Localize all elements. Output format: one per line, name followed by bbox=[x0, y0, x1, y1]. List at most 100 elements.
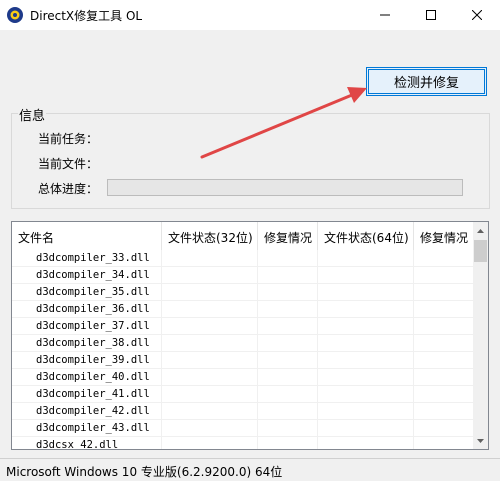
cell-status-32 bbox=[162, 352, 258, 369]
cell-filename: d3dcompiler_42.dll bbox=[12, 403, 162, 420]
maximize-icon bbox=[426, 10, 436, 20]
column-header-status-64[interactable]: 文件状态(64位) bbox=[318, 222, 414, 250]
table-row[interactable]: d3dcompiler_40.dll bbox=[12, 369, 474, 386]
cell-status-32 bbox=[162, 386, 258, 403]
cell-status-64 bbox=[318, 437, 414, 449]
cell-status-32 bbox=[162, 369, 258, 386]
cell-status-64 bbox=[318, 301, 414, 318]
minimize-button[interactable] bbox=[362, 0, 408, 30]
cell-repair-32 bbox=[258, 267, 318, 284]
cell-repair-64 bbox=[414, 335, 474, 352]
column-header-filename[interactable]: 文件名 bbox=[12, 222, 162, 250]
cell-repair-32 bbox=[258, 369, 318, 386]
cell-filename: d3dcompiler_33.dll bbox=[12, 250, 162, 267]
cell-status-32 bbox=[162, 267, 258, 284]
cell-status-32 bbox=[162, 250, 258, 267]
cell-repair-32 bbox=[258, 301, 318, 318]
cell-repair-64 bbox=[414, 267, 474, 284]
cell-status-64 bbox=[318, 318, 414, 335]
table-row[interactable]: d3dcompiler_37.dll bbox=[12, 318, 474, 335]
cell-status-64 bbox=[318, 403, 414, 420]
cell-filename: d3dcompiler_41.dll bbox=[12, 386, 162, 403]
cell-status-64 bbox=[318, 386, 414, 403]
column-header-status-32[interactable]: 文件状态(32位) bbox=[162, 222, 258, 250]
status-bar: Microsoft Windows 10 专业版(6.2.9200.0) 64位 bbox=[0, 458, 500, 481]
cell-filename: d3dcompiler_36.dll bbox=[12, 301, 162, 318]
table-row[interactable]: d3dcompiler_35.dll bbox=[12, 284, 474, 301]
total-progress-bar bbox=[107, 179, 463, 196]
cell-repair-64 bbox=[414, 369, 474, 386]
cell-status-32 bbox=[162, 301, 258, 318]
maximize-button[interactable] bbox=[408, 0, 454, 30]
table-row[interactable]: d3dcompiler_38.dll bbox=[12, 335, 474, 352]
cell-repair-64 bbox=[414, 318, 474, 335]
cell-repair-64 bbox=[414, 301, 474, 318]
cell-filename: d3dcompiler_35.dll bbox=[12, 284, 162, 301]
scroll-up-icon bbox=[477, 228, 484, 233]
table-row[interactable]: d3dcompiler_33.dll bbox=[12, 250, 474, 267]
table-row[interactable]: d3dcompiler_36.dll bbox=[12, 301, 474, 318]
check-repair-button-label: 检测并修复 bbox=[393, 76, 459, 91]
scroll-thumb[interactable] bbox=[474, 240, 487, 262]
table-row[interactable]: d3dcsx_42.dll bbox=[12, 437, 474, 449]
cell-status-64 bbox=[318, 352, 414, 369]
cell-repair-32 bbox=[258, 420, 318, 437]
cell-filename: d3dcompiler_43.dll bbox=[12, 420, 162, 437]
cell-status-64 bbox=[318, 250, 414, 267]
close-button[interactable] bbox=[454, 0, 500, 30]
cell-repair-32 bbox=[258, 318, 318, 335]
scroll-up-button[interactable] bbox=[473, 222, 488, 239]
cell-repair-64 bbox=[414, 386, 474, 403]
cell-repair-64 bbox=[414, 437, 474, 449]
cell-repair-64 bbox=[414, 250, 474, 267]
cell-status-64 bbox=[318, 267, 414, 284]
cell-filename: d3dcompiler_37.dll bbox=[12, 318, 162, 335]
cell-status-64 bbox=[318, 420, 414, 437]
column-header-repair-64[interactable]: 修复情况 bbox=[414, 222, 474, 250]
cell-repair-32 bbox=[258, 250, 318, 267]
table-row[interactable]: d3dcompiler_43.dll bbox=[12, 420, 474, 437]
cell-filename: d3dcompiler_40.dll bbox=[12, 369, 162, 386]
cell-status-32 bbox=[162, 420, 258, 437]
cell-repair-32 bbox=[258, 284, 318, 301]
cell-repair-64 bbox=[414, 420, 474, 437]
info-group-label: 信息 bbox=[18, 105, 47, 124]
title-bar: DirectX修复工具 OL bbox=[0, 0, 500, 30]
scroll-down-icon bbox=[477, 438, 484, 443]
scroll-down-button[interactable] bbox=[473, 432, 488, 449]
table-row[interactable]: d3dcompiler_34.dll bbox=[12, 267, 474, 284]
cell-status-64 bbox=[318, 335, 414, 352]
app-icon bbox=[7, 7, 23, 23]
file-list[interactable]: 文件名 文件状态(32位) 修复情况 文件状态(64位) 修复情况 d3dcom… bbox=[11, 221, 489, 450]
cell-repair-64 bbox=[414, 403, 474, 420]
status-text: Microsoft Windows 10 专业版(6.2.9200.0) 64位 bbox=[6, 465, 283, 479]
cell-filename: d3dcompiler_38.dll bbox=[12, 335, 162, 352]
cell-status-32 bbox=[162, 335, 258, 352]
current-file-label: 当前文件： bbox=[38, 157, 99, 171]
cell-repair-32 bbox=[258, 386, 318, 403]
column-header-repair-32[interactable]: 修复情况 bbox=[258, 222, 318, 250]
cell-repair-64 bbox=[414, 284, 474, 301]
cell-filename: d3dcompiler_39.dll bbox=[12, 352, 162, 369]
table-row[interactable]: d3dcompiler_42.dll bbox=[12, 403, 474, 420]
list-rows: d3dcompiler_33.dll d3dcompiler_34.dll d3dc… bbox=[12, 250, 474, 449]
cell-status-32 bbox=[162, 284, 258, 301]
cell-status-64 bbox=[318, 369, 414, 386]
cell-repair-32 bbox=[258, 352, 318, 369]
cell-repair-64 bbox=[414, 352, 474, 369]
close-icon bbox=[472, 10, 482, 20]
table-row[interactable]: d3dcompiler_41.dll bbox=[12, 386, 474, 403]
cell-filename: d3dcsx_42.dll bbox=[12, 437, 162, 449]
minimize-icon bbox=[380, 14, 390, 16]
check-repair-button[interactable]: 检测并修复 bbox=[366, 67, 487, 96]
cell-status-32 bbox=[162, 437, 258, 449]
vertical-scrollbar[interactable] bbox=[473, 222, 488, 449]
cell-repair-32 bbox=[258, 437, 318, 449]
cell-filename: d3dcompiler_34.dll bbox=[12, 267, 162, 284]
table-row[interactable]: d3dcompiler_39.dll bbox=[12, 352, 474, 369]
cell-status-32 bbox=[162, 318, 258, 335]
cell-status-32 bbox=[162, 403, 258, 420]
total-progress-label: 总体进度： bbox=[38, 182, 99, 196]
window-title: DirectX修复工具 OL bbox=[30, 9, 143, 23]
cell-status-64 bbox=[318, 284, 414, 301]
